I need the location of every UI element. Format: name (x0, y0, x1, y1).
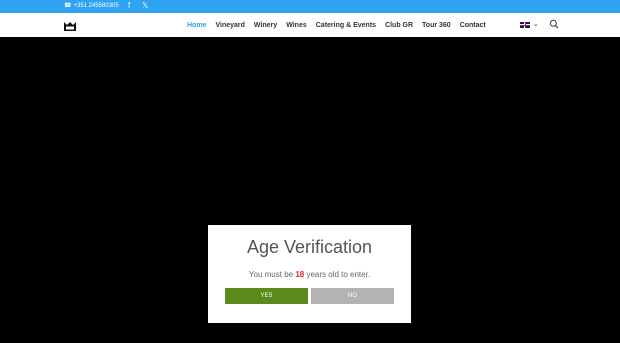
nav-club-gr[interactable]: Club GR (385, 22, 413, 29)
x-icon[interactable]: 𝕏 (142, 1, 148, 11)
nav-catering-events[interactable]: Catering & Events (316, 22, 376, 29)
main-navigation: Home Vineyard Winery Wines Catering & Ev… (187, 19, 495, 31)
nav-contact[interactable]: Contact (460, 22, 486, 29)
nav-winery[interactable]: Winery (254, 22, 277, 29)
uk-flag-icon[interactable] (520, 22, 530, 28)
nav-home[interactable]: Home (187, 22, 206, 29)
phone-icon: ☎ (64, 3, 72, 9)
top-bar: ☎ +351 245580305 f 𝕏 (0, 0, 620, 13)
age-verification-modal: Age Verification You must be 18 years ol… (208, 225, 411, 323)
phone-number: +351 245580305 (73, 3, 119, 9)
search-icon[interactable] (549, 19, 559, 29)
crown-logo[interactable] (64, 21, 76, 31)
minimum-age: 18 (295, 270, 305, 279)
nav-wines[interactable]: Wines (286, 22, 307, 29)
language-chevron-down-icon[interactable]: ⌄ (533, 20, 539, 28)
no-button[interactable]: NO (311, 288, 394, 304)
nav-vineyard[interactable]: Vineyard (215, 22, 244, 29)
phone-contact[interactable]: ☎ +351 245580305 (64, 3, 119, 9)
site-header: Home Vineyard Winery Wines Catering & Ev… (0, 13, 620, 37)
modal-title: Age Verification (246, 237, 373, 257)
facebook-icon[interactable]: f (128, 1, 130, 11)
nav-tour-360[interactable]: Tour 360 (422, 22, 451, 29)
yes-button[interactable]: YES (225, 288, 308, 304)
age-requirement-text: You must be 18 years old to enter. (248, 270, 371, 279)
